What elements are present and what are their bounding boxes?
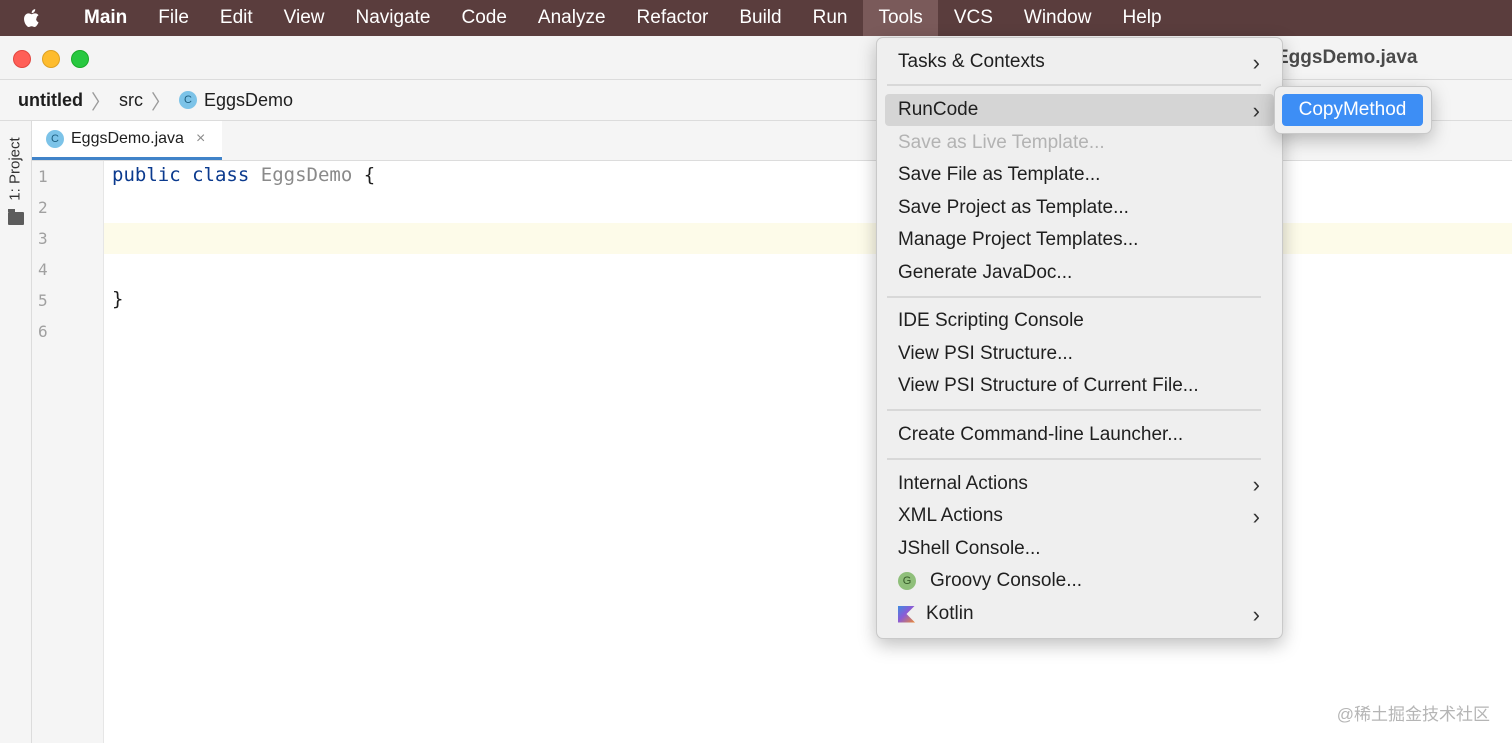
watermark: @稀土掘金技术社区 <box>1336 705 1490 724</box>
menu-divider <box>887 296 1261 298</box>
menu-item-label: Internal Actions <box>898 473 1028 494</box>
menu-edit[interactable]: Edit <box>204 0 268 36</box>
menu-item-label: IDE Scripting Console <box>898 310 1084 331</box>
open-brace: { <box>363 164 376 186</box>
menu-item-generate-javadoc[interactable]: Generate JavaDoc... <box>885 257 1274 289</box>
folder-icon <box>8 209 24 225</box>
keyword-class: class <box>192 164 250 186</box>
code-line-5[interactable]: } <box>112 288 123 310</box>
breadcrumb-separator-icon: 〉 <box>151 91 171 114</box>
menu-item-label: Manage Project Templates... <box>898 229 1139 250</box>
zoom-window-button[interactable] <box>71 50 89 68</box>
menu-item-label: Save Project as Template... <box>898 197 1129 218</box>
menu-item-xml-actions[interactable]: XML Actions › <box>885 500 1274 532</box>
line-number: 3 <box>38 229 48 248</box>
chevron-right-icon: › <box>1252 504 1260 529</box>
menu-build[interactable]: Build <box>724 0 797 36</box>
menu-item-tasks-contexts[interactable]: Tasks & Contexts › <box>885 46 1274 78</box>
menu-divider <box>887 458 1261 460</box>
menu-item-label: JShell Console... <box>898 538 1041 559</box>
window-title-bar: EggsDemo.java <box>0 36 1512 80</box>
line-number: 5 <box>38 291 48 310</box>
menu-item-label: Create Command-line Launcher... <box>898 424 1184 445</box>
close-window-button[interactable] <box>13 50 31 68</box>
menu-item-label: View PSI Structure of Current File... <box>898 375 1199 396</box>
menu-item-copymethod[interactable]: CopyMethod <box>1282 94 1423 126</box>
menu-item-view-psi-current-file[interactable]: View PSI Structure of Current File... <box>885 370 1274 402</box>
class-name: EggsDemo <box>260 164 353 186</box>
chevron-right-icon: › <box>1252 602 1260 627</box>
menu-item-ide-scripting-console[interactable]: IDE Scripting Console <box>885 305 1274 337</box>
line-number: 2 <box>38 198 48 217</box>
menu-view[interactable]: View <box>268 0 340 36</box>
code-line-1[interactable]: public class EggsDemo { <box>112 164 375 186</box>
menu-item-label: XML Actions <box>898 505 1003 526</box>
kotlin-icon <box>898 605 915 623</box>
menu-item-view-psi-structure[interactable]: View PSI Structure... <box>885 338 1274 370</box>
menu-item-internal-actions[interactable]: Internal Actions › <box>885 468 1274 500</box>
menu-run[interactable]: Run <box>797 0 863 36</box>
menu-item-label: RunCode <box>898 99 979 120</box>
breadcrumb-project[interactable]: untitled <box>0 90 83 111</box>
java-class-icon: C <box>46 130 64 148</box>
close-brace: } <box>112 288 124 310</box>
caret-line-highlight <box>104 223 1512 254</box>
chevron-right-icon: › <box>1252 50 1260 75</box>
menu-item-manage-project-templates[interactable]: Manage Project Templates... <box>885 224 1274 256</box>
menu-item-label: Save as Live Template... <box>898 132 1105 153</box>
menu-item-label: Groovy Console... <box>930 570 1083 591</box>
menu-item-runcode[interactable]: RunCode › <box>885 94 1274 126</box>
project-tool-button[interactable]: 1: Project <box>5 134 25 204</box>
runcode-submenu: CopyMethod <box>1274 86 1432 134</box>
menu-refactor[interactable]: Refactor <box>621 0 724 36</box>
menu-navigate[interactable]: Navigate <box>340 0 446 36</box>
macos-menu-bar: Main File Edit View Navigate Code Analyz… <box>0 0 1512 36</box>
menu-item-label: Tasks & Contexts <box>898 51 1045 72</box>
keyword-public: public <box>112 164 181 186</box>
menu-item-label: View PSI Structure... <box>898 343 1073 364</box>
line-number: 4 <box>38 260 48 279</box>
menu-item-save-file-template[interactable]: Save File as Template... <box>885 159 1274 191</box>
window-title: EggsDemo.java <box>1276 46 1418 68</box>
line-number: 6 <box>38 322 48 341</box>
menu-item-save-project-template[interactable]: Save Project as Template... <box>885 192 1274 224</box>
chevron-right-icon: › <box>1252 98 1260 123</box>
menu-file[interactable]: File <box>143 0 205 36</box>
menu-analyze[interactable]: Analyze <box>522 0 621 36</box>
java-class-icon: C <box>179 91 197 109</box>
tab-label: EggsDemo.java <box>71 130 184 147</box>
menu-vcs[interactable]: VCS <box>938 0 1008 36</box>
groovy-icon: G <box>898 572 916 590</box>
tools-menu: Tasks & Contexts › RunCode › Save as Liv… <box>876 37 1283 639</box>
breadcrumb-file-label: EggsDemo <box>204 89 294 110</box>
apple-icon[interactable] <box>0 0 64 36</box>
menu-item-jshell-console[interactable]: JShell Console... <box>885 533 1274 565</box>
menu-tools[interactable]: Tools <box>862 0 939 36</box>
minimize-window-button[interactable] <box>42 50 60 68</box>
project-tool-label: 1: Project <box>6 137 24 201</box>
menu-window[interactable]: Window <box>1008 0 1107 36</box>
menu-item-label: Kotlin <box>926 603 974 624</box>
menu-item-create-launcher[interactable]: Create Command-line Launcher... <box>885 419 1274 451</box>
menu-item-save-live-template: Save as Live Template... <box>885 127 1274 159</box>
menu-item-kotlin[interactable]: Kotlin › <box>885 598 1274 630</box>
menu-item-label: Save File as Template... <box>898 164 1101 185</box>
line-number: 1 <box>38 167 48 186</box>
breadcrumb-file[interactable]: C EggsDemo <box>179 90 293 111</box>
line-number-gutter: 1 2 3 4 5 6 <box>32 161 104 743</box>
menu-code[interactable]: Code <box>446 0 522 36</box>
tab-eggsdemo[interactable]: C EggsDemo.java × <box>32 121 222 160</box>
breadcrumb-separator-icon: 〉 <box>91 91 111 114</box>
menu-item-label: Generate JavaDoc... <box>898 262 1073 283</box>
menu-main[interactable]: Main <box>64 0 143 36</box>
menu-divider <box>887 84 1261 86</box>
close-tab-icon[interactable]: × <box>196 130 205 148</box>
menu-divider <box>887 409 1261 411</box>
breadcrumb-folder[interactable]: src <box>119 90 143 111</box>
chevron-right-icon: › <box>1252 472 1260 497</box>
menu-item-groovy-console[interactable]: G Groovy Console... <box>885 565 1274 597</box>
menu-help[interactable]: Help <box>1107 0 1177 36</box>
